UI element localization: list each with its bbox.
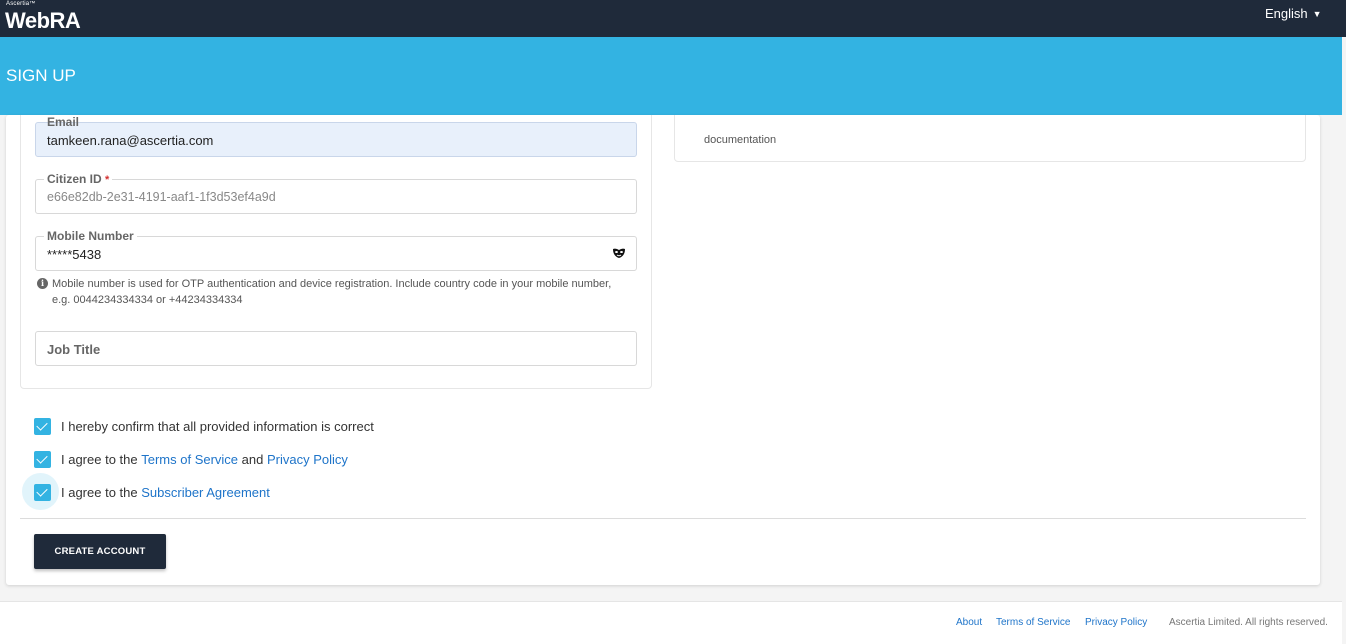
brand-logo[interactable]: WebRA: [5, 8, 81, 34]
mobile-number-label: Mobile Number: [44, 229, 137, 243]
language-label: English: [1265, 6, 1308, 21]
page-title: SIGN UP: [6, 66, 76, 85]
terms-of-service-link[interactable]: Terms of Service: [141, 452, 238, 467]
confirm-info-row: I hereby confirm that all provided infor…: [34, 418, 374, 435]
footer-copyright: Ascertia Limited. All rights reserved.: [1169, 617, 1328, 628]
subscriber-row: I agree to the Subscriber Agreement: [34, 484, 270, 501]
language-selector[interactable]: English ▼: [1265, 6, 1322, 21]
subscriber-prefix: I agree to the: [61, 485, 142, 500]
footer: About Terms of Service Privacy Policy As…: [0, 601, 1342, 644]
mobile-hint-text: Mobile number is used for OTP authentica…: [52, 278, 612, 306]
footer-privacy-link[interactable]: Privacy Policy: [1085, 617, 1147, 628]
page-banner: SIGN UP: [0, 37, 1342, 115]
mobile-number-hint: i Mobile number is used for OTP authenti…: [37, 276, 627, 308]
job-title-field[interactable]: Job Title: [35, 331, 637, 366]
caret-down-icon: ▼: [1312, 8, 1322, 19]
citizen-id-field[interactable]: Citizen ID * e66e82db-2e31-4191-aaf1-1f3…: [35, 172, 637, 214]
divider: [20, 518, 1306, 519]
documentation-text: documentation: [704, 134, 777, 146]
terms-prefix: I agree to the: [61, 452, 142, 467]
info-icon: i: [37, 278, 48, 289]
required-mark: *: [105, 174, 110, 186]
mobile-number-value: *****5438: [47, 247, 102, 262]
subscriber-agreement-checkbox[interactable]: [34, 484, 51, 501]
footer-about-link[interactable]: About: [956, 617, 982, 628]
citizen-id-label-text: Citizen ID: [47, 172, 102, 186]
email-field[interactable]: Email tamkeen.rana@ascertia.com: [35, 115, 637, 157]
citizen-id-label: Citizen ID *: [44, 172, 113, 187]
email-label: Email: [47, 115, 80, 129]
top-bar: Ascertia™ WebRA English ▼: [0, 0, 1346, 37]
mask-icon[interactable]: [612, 247, 626, 260]
brand-company: Ascertia™: [6, 1, 36, 7]
privacy-policy-link[interactable]: Privacy Policy: [267, 452, 348, 467]
confirm-info-checkbox[interactable]: [34, 418, 51, 435]
subscriber-agreement-link[interactable]: Subscriber Agreement: [141, 485, 270, 500]
mobile-number-field[interactable]: Mobile Number *****5438: [35, 229, 637, 271]
citizen-id-value: e66e82db-2e31-4191-aaf1-1f3d53ef4a9d: [47, 190, 276, 204]
footer-terms-link[interactable]: Terms of Service: [996, 617, 1070, 628]
job-title-label: Job Title: [47, 342, 101, 357]
signup-card: Email tamkeen.rana@ascertia.com Citizen …: [6, 115, 1320, 585]
email-value: tamkeen.rana@ascertia.com: [47, 133, 214, 148]
create-account-button[interactable]: CREATE ACCOUNT: [34, 534, 166, 569]
confirm-info-text: I hereby confirm that all provided infor…: [61, 419, 374, 434]
user-details-panel: Email tamkeen.rana@ascertia.com Citizen …: [20, 115, 652, 389]
scrollbar-track[interactable]: [1342, 37, 1346, 644]
terms-checkbox[interactable]: [34, 451, 51, 468]
terms-middle: and: [238, 452, 267, 467]
terms-row: I agree to the Terms of Service and Priv…: [34, 451, 348, 468]
documents-panel: documentation: [674, 115, 1306, 162]
